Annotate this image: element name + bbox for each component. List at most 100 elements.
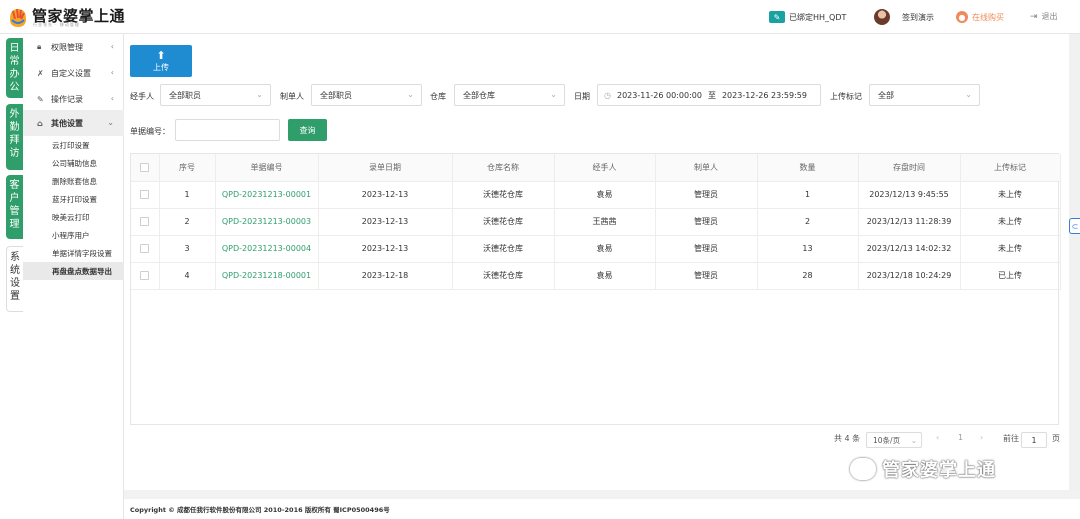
date-start: 2023-11-26 00:00:00 [616,90,702,100]
cell-saved-time: 2023/12/13 14:02:32 [858,235,961,263]
cell-qty: 28 [757,262,859,290]
page-unit-label: 页 [1052,434,1060,443]
sidebar: 🔒︎ 权限管理 ‹ ✗ 自定义设置 ‹ ✎ 操作记录 ‹ ⌂ 其他设置 ⌄ 云打… [23,34,124,519]
upload-flag-select[interactable]: 全部 ⌄ [869,84,980,106]
cell-index: 1 [159,181,216,209]
row-checkbox[interactable] [131,181,160,209]
cell-handler: 袁易 [554,235,656,263]
buy-online-label: 在线购买 [972,12,1004,22]
chevron-down-icon: ⌄ [407,90,414,99]
date-end: 2023-12-26 23:59:59 [721,90,807,100]
row-checkbox[interactable] [131,208,160,236]
warehouse-select[interactable]: 全部仓库 ⌄ [454,84,565,106]
chevron-down-icon: ⌄ [107,118,114,127]
tab-daily-office[interactable]: 日常办公 [6,38,23,98]
cell-saved-time: 2023/12/13 11:28:39 [858,208,961,236]
cell-upload-flag: 未上传 [960,181,1061,209]
brand-logo-icon [10,8,26,27]
cell-upload-flag: 已上传 [960,262,1061,290]
logout-link[interactable]: ⇥ 退出 [1030,11,1058,22]
user-circle-icon: ● [956,11,968,23]
col-header: 单据编号 [215,154,319,182]
upload-icon: ⬆ [156,48,166,62]
cell-qty: 2 [757,208,859,236]
avatar [874,9,890,25]
query-button[interactable]: 查询 [288,119,327,141]
row-checkbox[interactable] [131,262,160,290]
current-page[interactable]: 1 [958,433,963,442]
bind-status[interactable]: ✎ 已绑定HH_QDT [769,11,846,23]
cell-qty: 1 [757,181,859,209]
date-separator: 至 [707,90,716,100]
cell-doc-no-link[interactable]: QPD-20231218-00001 [215,262,319,290]
cell-maker: 管理员 [655,208,758,236]
cell-warehouse: 沃德花仓库 [452,235,555,263]
cell-warehouse: 沃德花仓库 [452,208,555,236]
row-checkbox[interactable] [131,235,160,263]
link-icon: ✎ [769,11,785,23]
pager-total: 共 4 条 [834,434,861,443]
sidebar-sub-yingmei-print[interactable]: 映美云打印 [23,208,124,226]
watermark-text: 管家婆掌上通 [882,460,996,481]
cell-maker: 管理员 [655,262,758,290]
tab-customer-management[interactable]: 客户管理 [6,175,23,239]
col-header: 仓库名称 [452,154,555,182]
sidebar-item-custom-settings[interactable]: ✗ 自定义设置 ‹ [23,60,124,86]
select-all-checkbox[interactable] [131,154,160,182]
buy-online-link[interactable]: ● 在线购买 [956,11,1004,23]
chevron-left-icon: ‹ [110,68,114,77]
chevron-down-icon: ⌄ [965,90,972,99]
chevron-left-icon: ‹ [110,94,114,103]
tab-system-settings[interactable]: 系统设置 [6,246,23,312]
sidebar-sub-cloud-print[interactable]: 云打印设置 [23,136,124,154]
cell-maker: 管理员 [655,181,758,209]
prev-page-button[interactable]: ‹ [936,433,939,442]
doc-no-input[interactable] [175,119,280,141]
edit-icon: ✎ [37,94,44,104]
page-size-select[interactable]: 10条/页 ⌄ [866,432,922,448]
sidebar-sub-delete-account[interactable]: 删除账套信息 [23,172,124,190]
cell-index: 2 [159,208,216,236]
user-menu[interactable]: 签到演示 [874,9,934,25]
cell-doc-no-link[interactable]: QPD-20231213-00001 [215,181,319,209]
sidebar-sub-company-info[interactable]: 公司辅助信息 [23,154,124,172]
lock-icon: 🔒︎ [37,42,42,51]
col-header: 序号 [159,154,216,182]
next-page-button[interactable]: › [980,433,983,442]
top-header: 管家婆掌上通 行业领先 · 移动管理 ✎ 已绑定HH_QDT 签到演示 ● 在线… [0,0,1080,34]
cell-handler: 袁易 [554,262,656,290]
cell-doc-no-link[interactable]: QPD-20231213-00003 [215,208,319,236]
sidebar-item-other-settings[interactable]: ⌂ 其他设置 ⌄ [23,110,124,136]
col-header: 录单日期 [318,154,453,182]
clock-icon: ◷ [604,90,611,100]
doc-no-label: 单据编号： [130,127,170,136]
maker-select[interactable]: 全部职员 ⌄ [311,84,422,106]
cell-upload-flag: 未上传 [960,208,1061,236]
cell-warehouse: 沃德花仓库 [452,262,555,290]
logout-label: 退出 [1041,12,1058,21]
cell-date: 2023-12-13 [318,208,453,236]
cell-date: 2023-12-13 [318,181,453,209]
sidebar-sub-doc-fields[interactable]: 单据详情字段设置 [23,244,124,262]
date-range-picker[interactable]: ◷ 2023-11-26 00:00:00 至 2023-12-26 23:59… [597,84,821,106]
handler-select[interactable]: 全部职员 ⌄ [160,84,271,106]
cell-date: 2023-12-18 [318,262,453,290]
warehouse-label: 仓库 [430,92,446,101]
tab-field-visit[interactable]: 外勤拜访 [6,104,23,170]
goto-page-input[interactable]: 1 [1021,432,1047,448]
logout-icon: ⇥ [1030,11,1038,22]
brand-subtitle: 行业领先 · 移动管理 [33,22,80,27]
upload-button[interactable]: ⬆ 上传 [130,45,192,77]
cell-upload-flag: 未上传 [960,235,1061,263]
page-scrollbar[interactable] [1069,34,1080,490]
sidebar-item-operation-log[interactable]: ✎ 操作记录 ‹ [23,86,124,112]
cell-date: 2023-12-13 [318,235,453,263]
side-float-icon[interactable]: ⊂ [1069,218,1080,234]
sidebar-sub-miniapp-users[interactable]: 小程序用户 [23,226,124,244]
sidebar-sub-stocktake-export[interactable]: 再盘盘点数据导出 [23,262,124,280]
sidebar-item-permissions[interactable]: 🔒︎ 权限管理 ‹ [23,34,124,60]
cell-doc-no-link[interactable]: QPD-20231213-00004 [215,235,319,263]
footer-copyright: Copyright © 成都任我行软件股份有限公司 2010-2016 版权所有… [124,499,1080,519]
cell-qty: 13 [757,235,859,263]
sidebar-sub-bluetooth-print[interactable]: 蓝牙打印设置 [23,190,124,208]
